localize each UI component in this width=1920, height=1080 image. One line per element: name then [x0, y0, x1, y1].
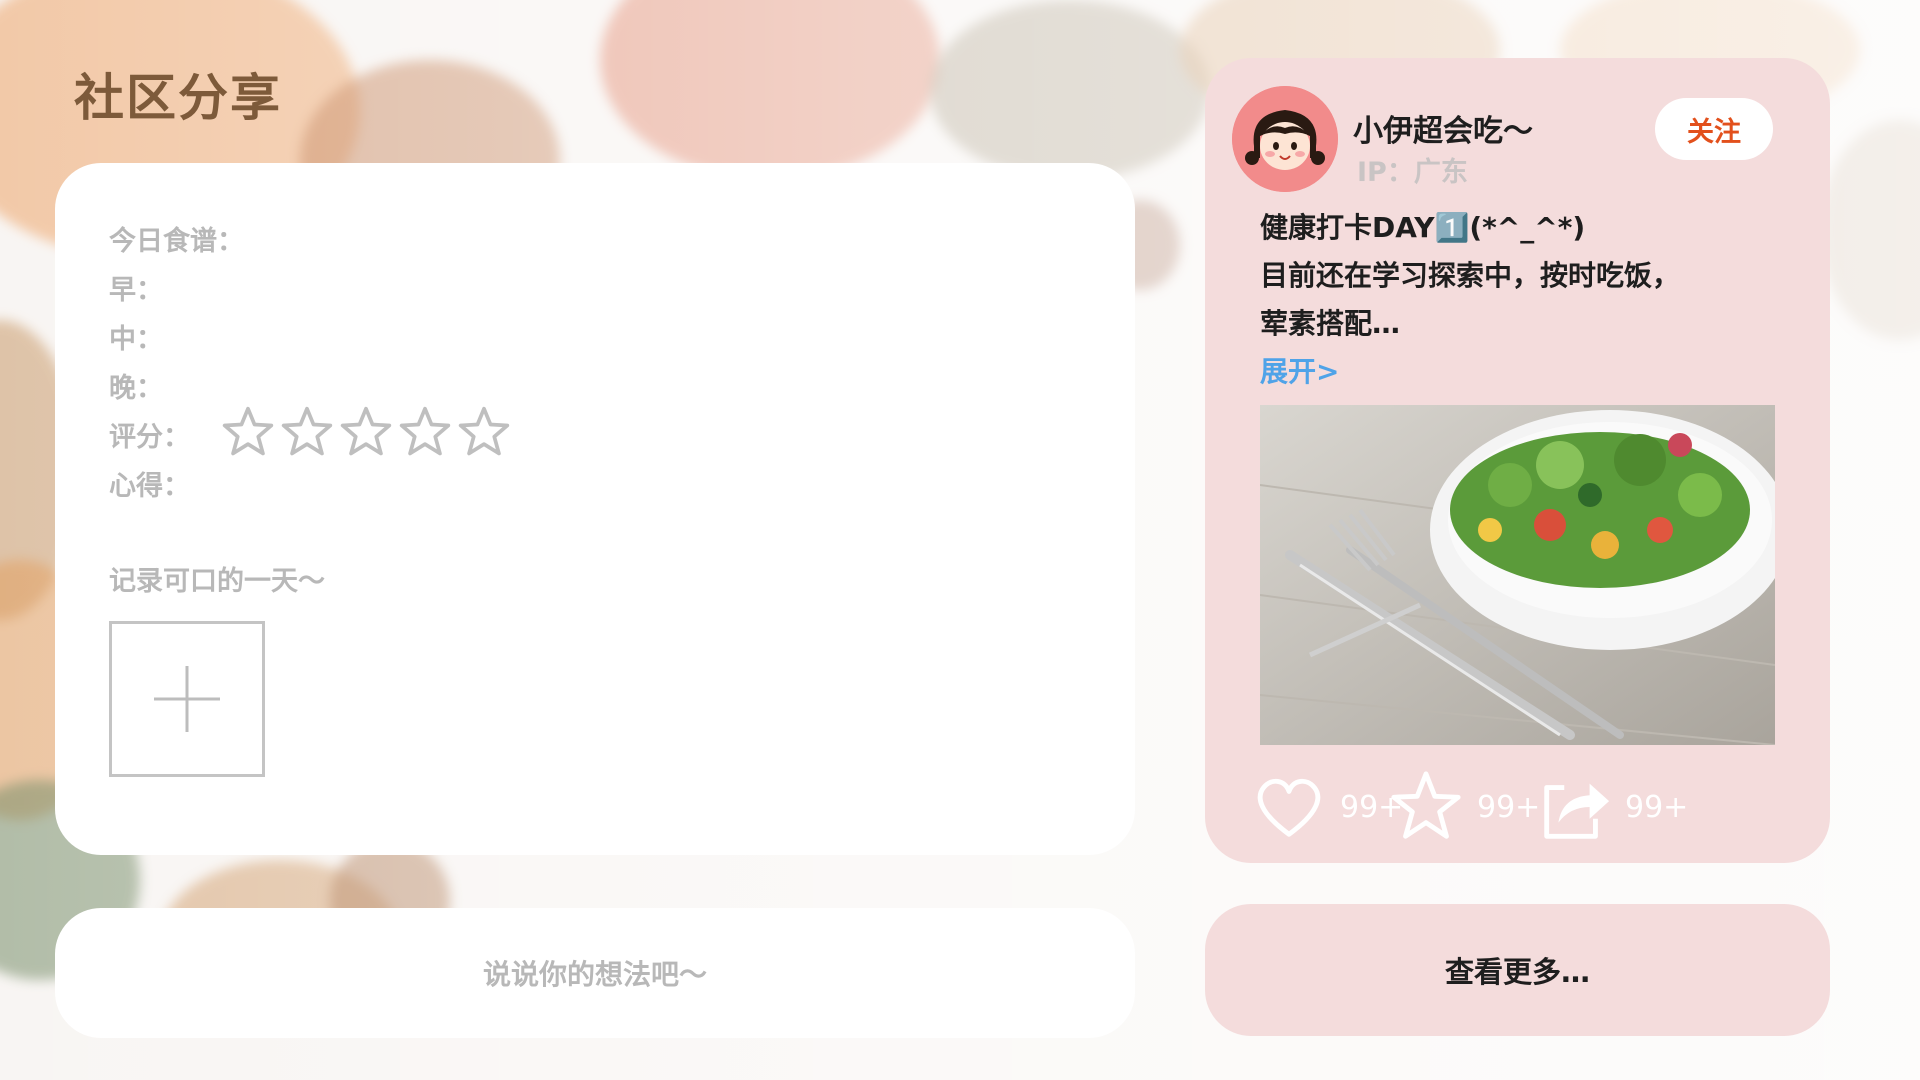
comment-input[interactable]: 说说你的想法吧～	[55, 908, 1135, 1038]
dinner-label[interactable]: 晚：	[109, 366, 163, 405]
record-hint: 记录可口的一天～	[109, 566, 325, 597]
post-ip-location: IP：广东	[1357, 157, 1468, 188]
breakfast-label[interactable]: 早：	[109, 268, 163, 307]
post-text-line-2: 目前还在学习探索中，按时吃饭，	[1260, 259, 1681, 292]
star-rating[interactable]	[220, 404, 512, 460]
view-more-label: 查看更多…	[1444, 955, 1590, 989]
expand-link[interactable]: 展开>	[1260, 350, 1339, 390]
avatar[interactable]	[1232, 86, 1338, 192]
share-count: 99+	[1625, 789, 1689, 825]
add-photo-button[interactable]	[109, 621, 265, 777]
share-action[interactable]: 99+	[1535, 768, 1688, 846]
star-5-icon[interactable]	[456, 404, 512, 460]
view-more-button[interactable]: 查看更多…	[1205, 904, 1830, 1036]
lunch-label[interactable]: 中：	[109, 317, 163, 356]
post-author[interactable]: 小伊超会吃～	[1353, 106, 1533, 150]
heart-icon	[1257, 778, 1321, 837]
notes-label[interactable]: 心得：	[109, 464, 190, 503]
favorite-action[interactable]: 99+	[1387, 768, 1540, 846]
share-icon	[1544, 783, 1610, 839]
post-card: 小伊超会吃～ IP：广东 关注 健康打卡DAY1️⃣(*^_^*) 目前还在学习…	[1205, 58, 1830, 863]
comment-placeholder: 说说你的想法吧～	[482, 958, 707, 991]
follow-button[interactable]: 关注	[1655, 98, 1773, 160]
like-action[interactable]: 99+	[1250, 768, 1403, 846]
star-2-icon[interactable]	[279, 404, 335, 460]
plus-icon	[154, 666, 220, 732]
star-3-icon[interactable]	[338, 404, 394, 460]
post-text-line-3: 荤素搭配…	[1260, 307, 1401, 340]
page-title: 社区分享	[74, 69, 282, 127]
favorite-count: 99+	[1477, 789, 1541, 825]
post-photo-salad[interactable]	[1260, 405, 1775, 745]
rating-label: 评分：	[109, 422, 190, 453]
today-menu-label: 今日食谱：	[109, 226, 244, 257]
diary-editor-card: 今日食谱： 早： 中： 晚： 评分： 心得： 记录可口的一天～	[55, 163, 1135, 855]
star-icon	[1391, 771, 1461, 839]
star-1-icon[interactable]	[220, 404, 276, 460]
star-4-icon[interactable]	[397, 404, 453, 460]
post-text-line-1: 健康打卡DAY1️⃣(*^_^*)	[1260, 211, 1586, 244]
